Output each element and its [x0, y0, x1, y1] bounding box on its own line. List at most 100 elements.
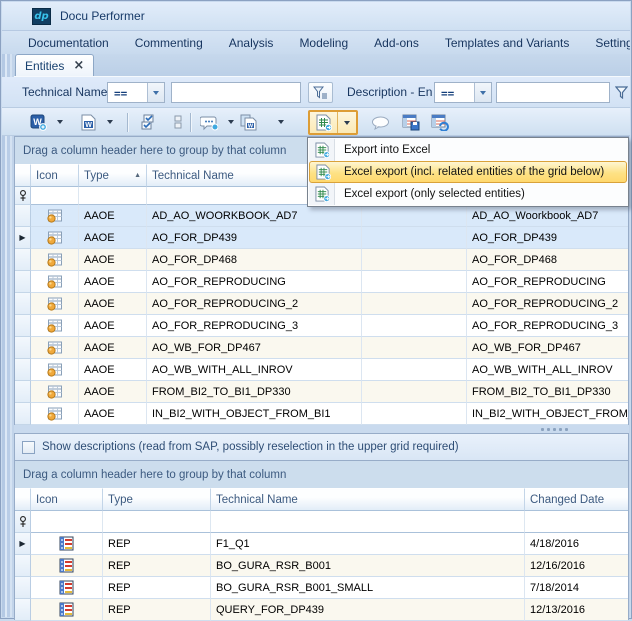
menu-add-ons[interactable]: Add-ons — [364, 34, 429, 52]
menu-modeling[interactable]: Modeling — [289, 34, 358, 52]
excel-export-icon — [309, 186, 335, 202]
table-row[interactable]: AAOE AO_FOR_REPRODUCING_3 AO_FOR_REPRODU… — [15, 315, 628, 337]
group-by-panel[interactable]: Drag a column header here to group by th… — [15, 461, 628, 488]
table-row[interactable]: AAOE AO_WB_FOR_DP467 AO_WB_FOR_DP467 — [15, 337, 628, 359]
toolbar-separator — [190, 113, 191, 132]
toolbar: W W — [2, 108, 630, 136]
row-indicator-header — [15, 488, 31, 511]
table-row[interactable]: REP BO_GURA_RSR_B001_SMALL 7/18/2014 — [15, 577, 628, 599]
technical-name-label: Technical Name — [22, 85, 107, 99]
chevron-down-icon[interactable] — [107, 120, 113, 124]
check-selection-button[interactable] — [138, 113, 158, 132]
grid-refresh-button[interactable] — [430, 113, 450, 132]
menu-item-excel-export-selected[interactable]: Excel export (only selected entities) — [309, 183, 627, 205]
workbook-icon — [47, 297, 63, 311]
filter-row-pin-icon — [15, 187, 31, 205]
column-header-type[interactable]: Type▲ — [79, 164, 147, 187]
menu-settings[interactable]: Settings — [585, 34, 630, 52]
chevron-down-icon[interactable] — [147, 83, 164, 102]
workbook-icon — [47, 253, 63, 267]
workbook-icon — [47, 385, 63, 399]
table-row[interactable]: AAOE IN_BI2_WITH_OBJECT_FROM_BI1 IN_BI2_… — [15, 403, 628, 425]
row-indicator-header — [15, 164, 31, 187]
title-bar: dp Docu Performer — [2, 2, 630, 31]
report-icon — [59, 580, 74, 595]
show-descriptions-panel: Show descriptions (read from SAP, possib… — [14, 433, 629, 460]
toolbar-separator — [127, 113, 128, 132]
sort-ascending-icon: ▲ — [134, 172, 141, 179]
comment-button[interactable] — [199, 113, 219, 132]
word-export-new-button[interactable]: W — [28, 113, 48, 132]
excel-export-splitbutton[interactable] — [308, 110, 358, 135]
chevron-down-icon[interactable] — [57, 120, 63, 124]
window-title: Docu Performer — [60, 9, 145, 23]
menu-documentation[interactable]: Documentation — [18, 34, 119, 52]
menu-commenting[interactable]: Commenting — [125, 34, 213, 52]
app-logo-icon: dp — [32, 8, 51, 25]
window-left-edge — [2, 54, 14, 617]
column-header-technical-name[interactable]: Technical Name — [211, 488, 525, 511]
search-filter-bar: Technical Name == Description - En == — [2, 77, 630, 108]
report-icon — [59, 602, 74, 617]
related-entities-grid: Drag a column header here to group by th… — [14, 460, 629, 620]
menu-templates-and-variants[interactable]: Templates and Variants — [435, 34, 580, 52]
workbook-icon — [47, 363, 63, 377]
table-row[interactable]: REP BO_GURA_RSR_B001 12/16/2016 — [15, 555, 628, 577]
table-row[interactable]: AAOE AO_FOR_REPRODUCING AO_FOR_REPRODUCI… — [15, 271, 628, 293]
report-icon — [59, 536, 74, 551]
workbook-icon — [47, 319, 63, 333]
column-header-icon[interactable]: Icon — [31, 164, 79, 187]
table-row[interactable]: AAOE AO_FOR_REPRODUCING_2 AO_FOR_REPRODU… — [15, 293, 628, 315]
focused-row-arrow-icon: ▶ — [15, 227, 31, 249]
chevron-down-icon[interactable] — [228, 120, 234, 124]
column-header-row: Icon Type Technical Name Changed Date — [15, 488, 628, 511]
chevron-down-icon[interactable] — [474, 83, 491, 102]
table-row[interactable]: REP QUERY_FOR_DP439 12/13/2016 — [15, 599, 628, 621]
auto-filter-row[interactable] — [15, 511, 628, 533]
tab-entities[interactable]: Entities × — [15, 54, 94, 76]
workbook-icon — [47, 407, 63, 421]
table-row[interactable]: ▶ REP F1_Q1 4/18/2016 — [15, 533, 628, 555]
show-descriptions-label: Show descriptions (read from SAP, possib… — [42, 441, 459, 453]
table-row[interactable]: AAOE FROM_BI2_TO_BI1_DP330 FROM_BI2_TO_B… — [15, 381, 628, 403]
chevron-down-icon[interactable] — [338, 112, 356, 133]
menu-item-export-into-excel[interactable]: Export into Excel — [309, 139, 627, 161]
focused-row-arrow-icon: ▶ — [15, 533, 31, 555]
excel-export-icon[interactable] — [310, 112, 338, 133]
filter-icon[interactable] — [610, 83, 632, 102]
splitter-handle[interactable] — [541, 428, 568, 431]
tab-label: Entities — [25, 59, 64, 73]
description-operator-select[interactable]: == — [434, 82, 492, 103]
chevron-down-icon[interactable] — [278, 120, 284, 124]
table-row[interactable]: ▶ AAOE AO_FOR_DP439 AO_FOR_DP439 — [15, 227, 628, 249]
svg-text:W: W — [248, 123, 254, 129]
table-row[interactable]: AAOE AO_FOR_DP468 AO_FOR_DP468 — [15, 249, 628, 271]
word-document-button[interactable]: W — [78, 113, 98, 132]
column-header-icon[interactable]: Icon — [31, 488, 103, 511]
menu-item-excel-export-incl-related[interactable]: Excel export (incl. related entities of … — [309, 161, 627, 183]
menu-bar: Documentation Commenting Analysis Modeli… — [2, 31, 630, 54]
workbook-icon — [47, 341, 63, 355]
grid-save-button[interactable] — [401, 113, 421, 132]
excel-export-icon — [309, 142, 335, 158]
workbook-icon — [47, 209, 63, 223]
menu-analysis[interactable]: Analysis — [219, 34, 284, 52]
filter-settings-button[interactable] — [308, 82, 333, 103]
grid-splitter[interactable] — [14, 425, 629, 433]
description-filter-input[interactable] — [496, 82, 610, 103]
show-descriptions-checkbox[interactable] — [22, 441, 35, 454]
table-row[interactable]: AAOE AD_AO_WOORKBOOK_AD7 AD_AO_Woorkbook… — [15, 205, 628, 227]
column-header-type[interactable]: Type — [103, 488, 211, 511]
technical-name-filter-input[interactable] — [171, 82, 301, 103]
row-selection-button[interactable] — [168, 113, 188, 132]
word-merge-button[interactable]: W — [238, 113, 258, 132]
excel-export-icon — [310, 164, 336, 180]
tab-close-icon[interactable]: × — [73, 59, 84, 72]
column-header-changed-date[interactable]: Changed Date — [525, 488, 628, 511]
table-row[interactable]: AAOE AO_WB_WITH_ALL_INROV AO_WB_WITH_ALL… — [15, 359, 628, 381]
excel-export-menu: Export into Excel Excel export (incl. re… — [307, 137, 629, 207]
technical-name-operator-select[interactable]: == — [107, 82, 165, 103]
filter-row-pin-icon — [15, 511, 31, 533]
comment-empty-button[interactable] — [370, 113, 390, 132]
description-en-label: Description - En — [347, 85, 432, 99]
